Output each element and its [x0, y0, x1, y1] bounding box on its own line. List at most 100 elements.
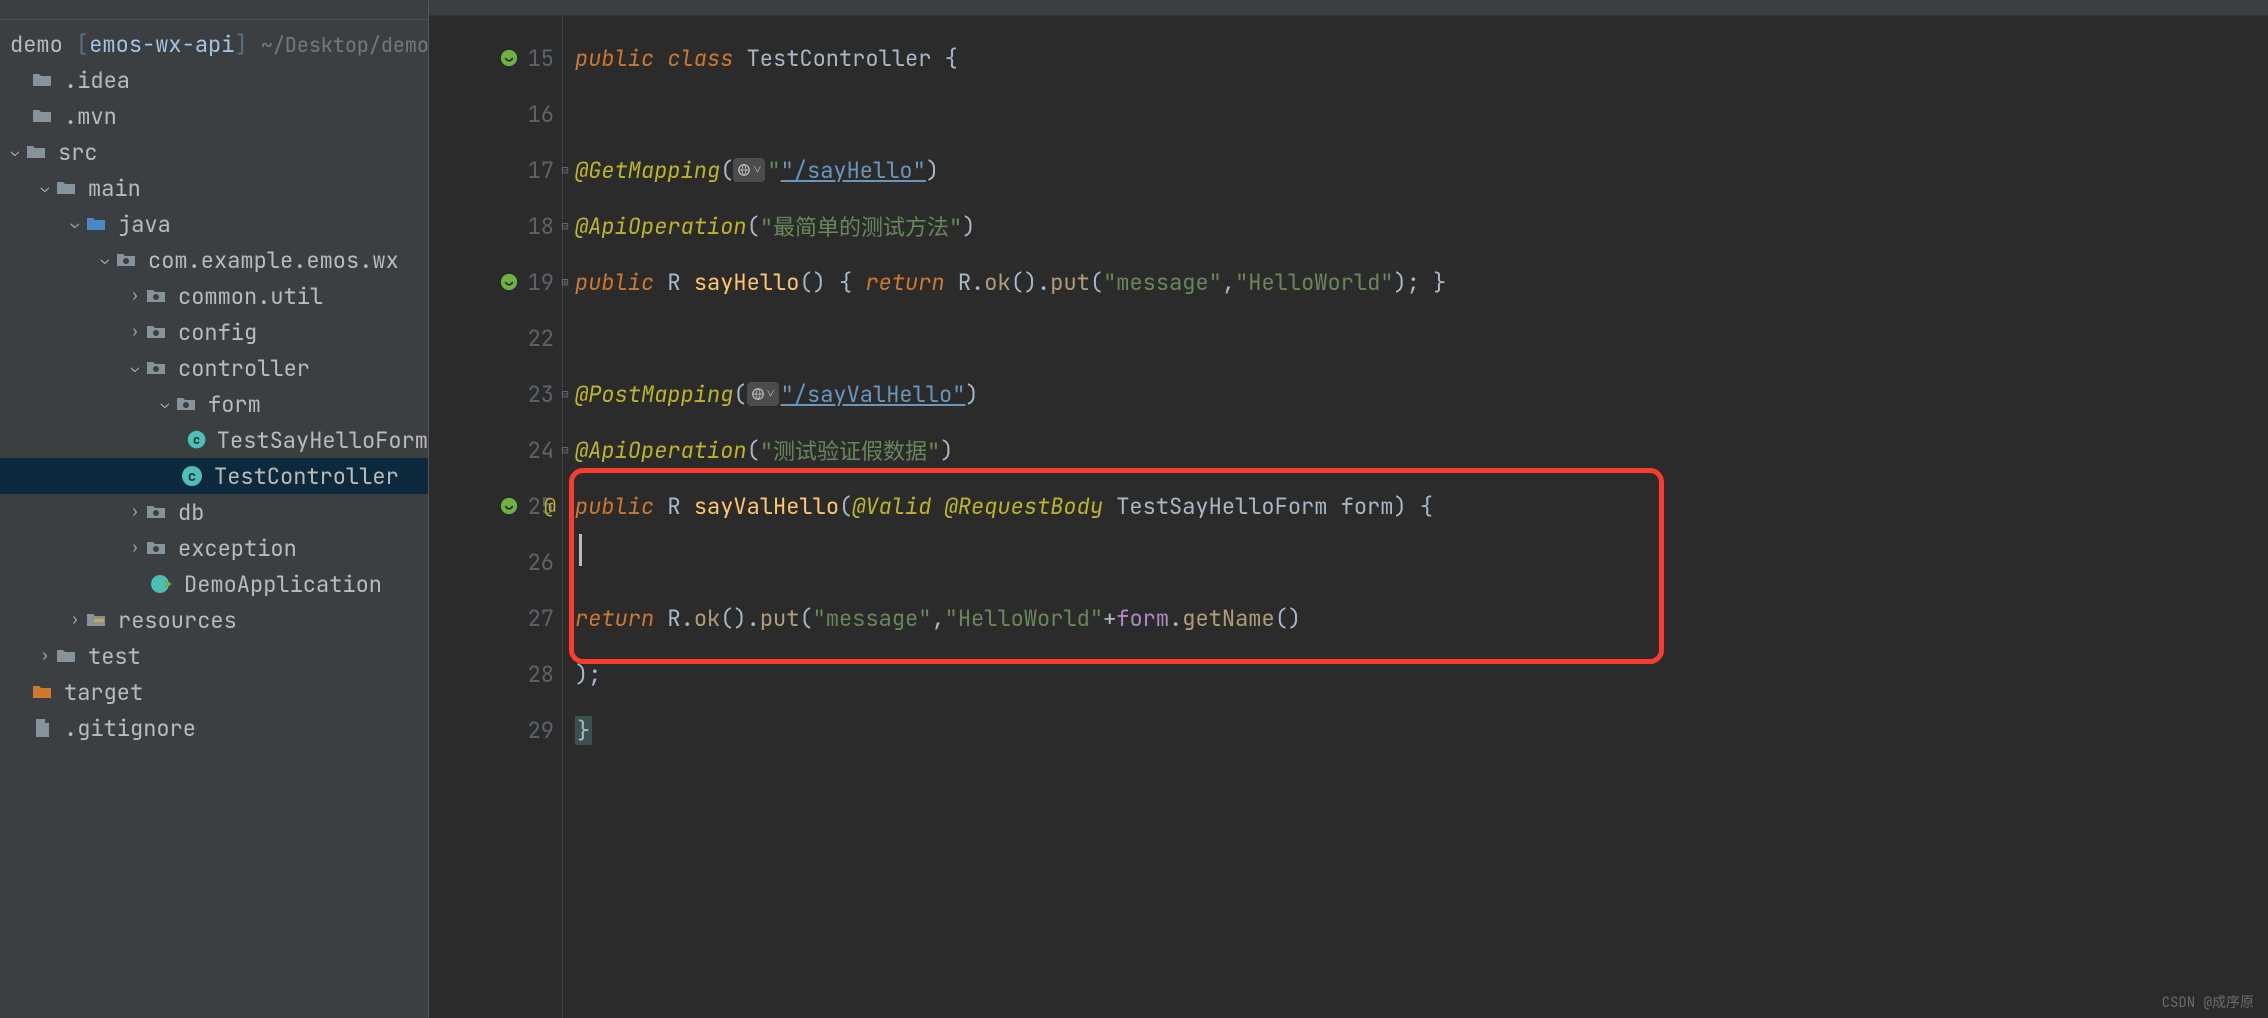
package-icon — [114, 248, 138, 272]
chevron-down-icon[interactable]: ⌄ — [66, 215, 84, 233]
folder-icon — [24, 140, 48, 164]
project-tool-window[interactable]: demo [emos-wx-api] ~/Desktop/demo .idea … — [0, 0, 429, 1018]
spring-bean-icon[interactable] — [500, 49, 518, 67]
class-icon: c — [180, 464, 204, 488]
line-number: 24 — [520, 436, 554, 465]
editor-tabs[interactable] — [429, 0, 2268, 16]
tree-item-controller[interactable]: ⌄ controller — [0, 350, 428, 386]
tree-label: .gitignore — [64, 714, 196, 743]
tree-item-mvn[interactable]: .mvn — [0, 98, 428, 134]
tree-label: resources — [118, 606, 237, 635]
gutter[interactable]: 15 16 17⊟ 18⊟ 19 ⊞ 22 23⊟ 24⊟ 25 @ 26 27 — [429, 16, 563, 1018]
chevron-down-icon[interactable]: ⌄ — [6, 143, 24, 161]
tree-item-db[interactable]: › db — [0, 494, 428, 530]
tree-item-common-util[interactable]: › common.util — [0, 278, 428, 314]
code-line[interactable] — [563, 310, 2268, 366]
chevron-right-icon[interactable]: › — [66, 611, 84, 629]
tree-item-target[interactable]: target — [0, 674, 428, 710]
tree-label: exception — [178, 534, 297, 563]
chevron-right-icon[interactable]: › — [126, 503, 144, 521]
code-content[interactable]: public class TestController { @GetMappin… — [563, 16, 2268, 1018]
line-number: 27 — [520, 604, 554, 633]
code-line[interactable] — [563, 86, 2268, 142]
chevron-right-icon[interactable]: › — [126, 287, 144, 305]
tree-root[interactable]: demo [emos-wx-api] ~/Desktop/demo — [0, 26, 428, 62]
code-line[interactable] — [563, 534, 2268, 590]
svg-text:c: c — [188, 468, 196, 486]
chevron-down-icon[interactable]: ⌄ — [36, 179, 54, 197]
tree-item-form[interactable]: ⌄ form — [0, 386, 428, 422]
svg-text:c: c — [192, 431, 199, 448]
chevron-down-icon[interactable]: ⌄ — [156, 395, 174, 413]
source-folder-icon — [84, 212, 108, 236]
editor-panel: 15 16 17⊟ 18⊟ 19 ⊞ 22 23⊟ 24⊟ 25 @ 26 27 — [429, 0, 2268, 1018]
spring-run-icon — [150, 572, 174, 596]
url-globe-icon[interactable]: ˅ — [733, 158, 765, 182]
class-icon: c — [186, 428, 207, 452]
tree-label: DemoApplication — [184, 570, 382, 599]
tree-label: form — [208, 390, 261, 419]
folder-icon — [30, 68, 54, 92]
tree-label: src — [58, 138, 98, 167]
url-globe-icon[interactable]: ˅ — [747, 382, 779, 406]
tree-label: com.example.emos.wx — [148, 246, 399, 275]
code-line[interactable]: @GetMapping(˅""/sayHello"") — [563, 142, 2268, 198]
tree-label: .idea — [64, 66, 130, 95]
text-caret — [579, 534, 582, 566]
line-number: 29 — [520, 716, 554, 745]
tree-label: db — [178, 498, 204, 527]
code-line[interactable]: @ApiOperation("测试验证假数据") — [563, 422, 2268, 478]
tree-item-gitignore[interactable]: .gitignore — [0, 710, 428, 746]
package-icon — [144, 500, 168, 524]
spring-bean-icon[interactable] — [500, 273, 518, 291]
tree-label: test — [88, 642, 141, 671]
tree-item-test-form[interactable]: c TestSayHelloForm — [0, 422, 428, 458]
code-line[interactable]: } — [563, 702, 2268, 758]
package-icon — [144, 320, 168, 344]
watermark: CSDN @成序原 — [2162, 992, 2254, 1012]
excluded-folder-icon — [30, 680, 54, 704]
project-tree[interactable]: demo [emos-wx-api] ~/Desktop/demo .idea … — [0, 20, 428, 1018]
tree-item-test[interactable]: › test — [0, 638, 428, 674]
line-number: 17 — [520, 156, 554, 185]
code-line[interactable]: public class TestController { — [563, 30, 2268, 86]
tree-item-config[interactable]: › config — [0, 314, 428, 350]
tree-item-resources[interactable]: › resources — [0, 602, 428, 638]
code-line[interactable]: public R sayHello() { return R.ok().put(… — [563, 254, 2268, 310]
code-line[interactable]: ); — [563, 646, 2268, 702]
tree-item-package[interactable]: ⌄ com.example.emos.wx — [0, 242, 428, 278]
code-line[interactable]: return R.ok().put("message","HelloWorld"… — [563, 590, 2268, 646]
line-number: 16 — [520, 100, 554, 129]
line-number: 15 — [520, 44, 554, 73]
tree-label: main — [88, 174, 141, 203]
tree-label: common.util — [178, 282, 323, 311]
line-number: 22 — [520, 324, 554, 353]
annotation-gutter-icon[interactable]: @ — [544, 493, 556, 519]
package-icon — [144, 356, 168, 380]
spring-bean-icon[interactable] — [500, 497, 518, 515]
tree-label: .mvn — [64, 102, 117, 131]
tree-item-src[interactable]: ⌄ src — [0, 134, 428, 170]
tree-item-main[interactable]: ⌄ main — [0, 170, 428, 206]
chevron-right-icon[interactable]: › — [36, 647, 54, 665]
code-line[interactable]: public R sayValHello(@Valid @RequestBody… — [563, 478, 2268, 534]
folder-icon — [30, 104, 54, 128]
tree-label: demo [emos-wx-api] ~/Desktop/demo — [10, 30, 428, 59]
project-toolbar — [0, 0, 428, 20]
tree-label: TestSayHelloForm — [217, 426, 428, 455]
tree-item-java[interactable]: ⌄ java — [0, 206, 428, 242]
chevron-down-icon[interactable]: ⌄ — [96, 251, 114, 269]
tree-label: controller — [178, 354, 310, 383]
chevron-right-icon[interactable]: › — [126, 323, 144, 341]
resources-folder-icon — [84, 608, 108, 632]
tree-item-idea[interactable]: .idea — [0, 62, 428, 98]
code-line[interactable]: @ApiOperation("最简单的测试方法") — [563, 198, 2268, 254]
tree-item-test-controller[interactable]: c TestController — [0, 458, 428, 494]
code-line[interactable]: @PostMapping(˅"/sayValHello") — [563, 366, 2268, 422]
line-number: 23 — [520, 380, 554, 409]
chevron-right-icon[interactable]: › — [126, 539, 144, 557]
tree-item-demo-app[interactable]: DemoApplication — [0, 566, 428, 602]
code-area[interactable]: 15 16 17⊟ 18⊟ 19 ⊞ 22 23⊟ 24⊟ 25 @ 26 27 — [429, 16, 2268, 1018]
chevron-down-icon[interactable]: ⌄ — [126, 359, 144, 377]
tree-item-exception[interactable]: › exception — [0, 530, 428, 566]
